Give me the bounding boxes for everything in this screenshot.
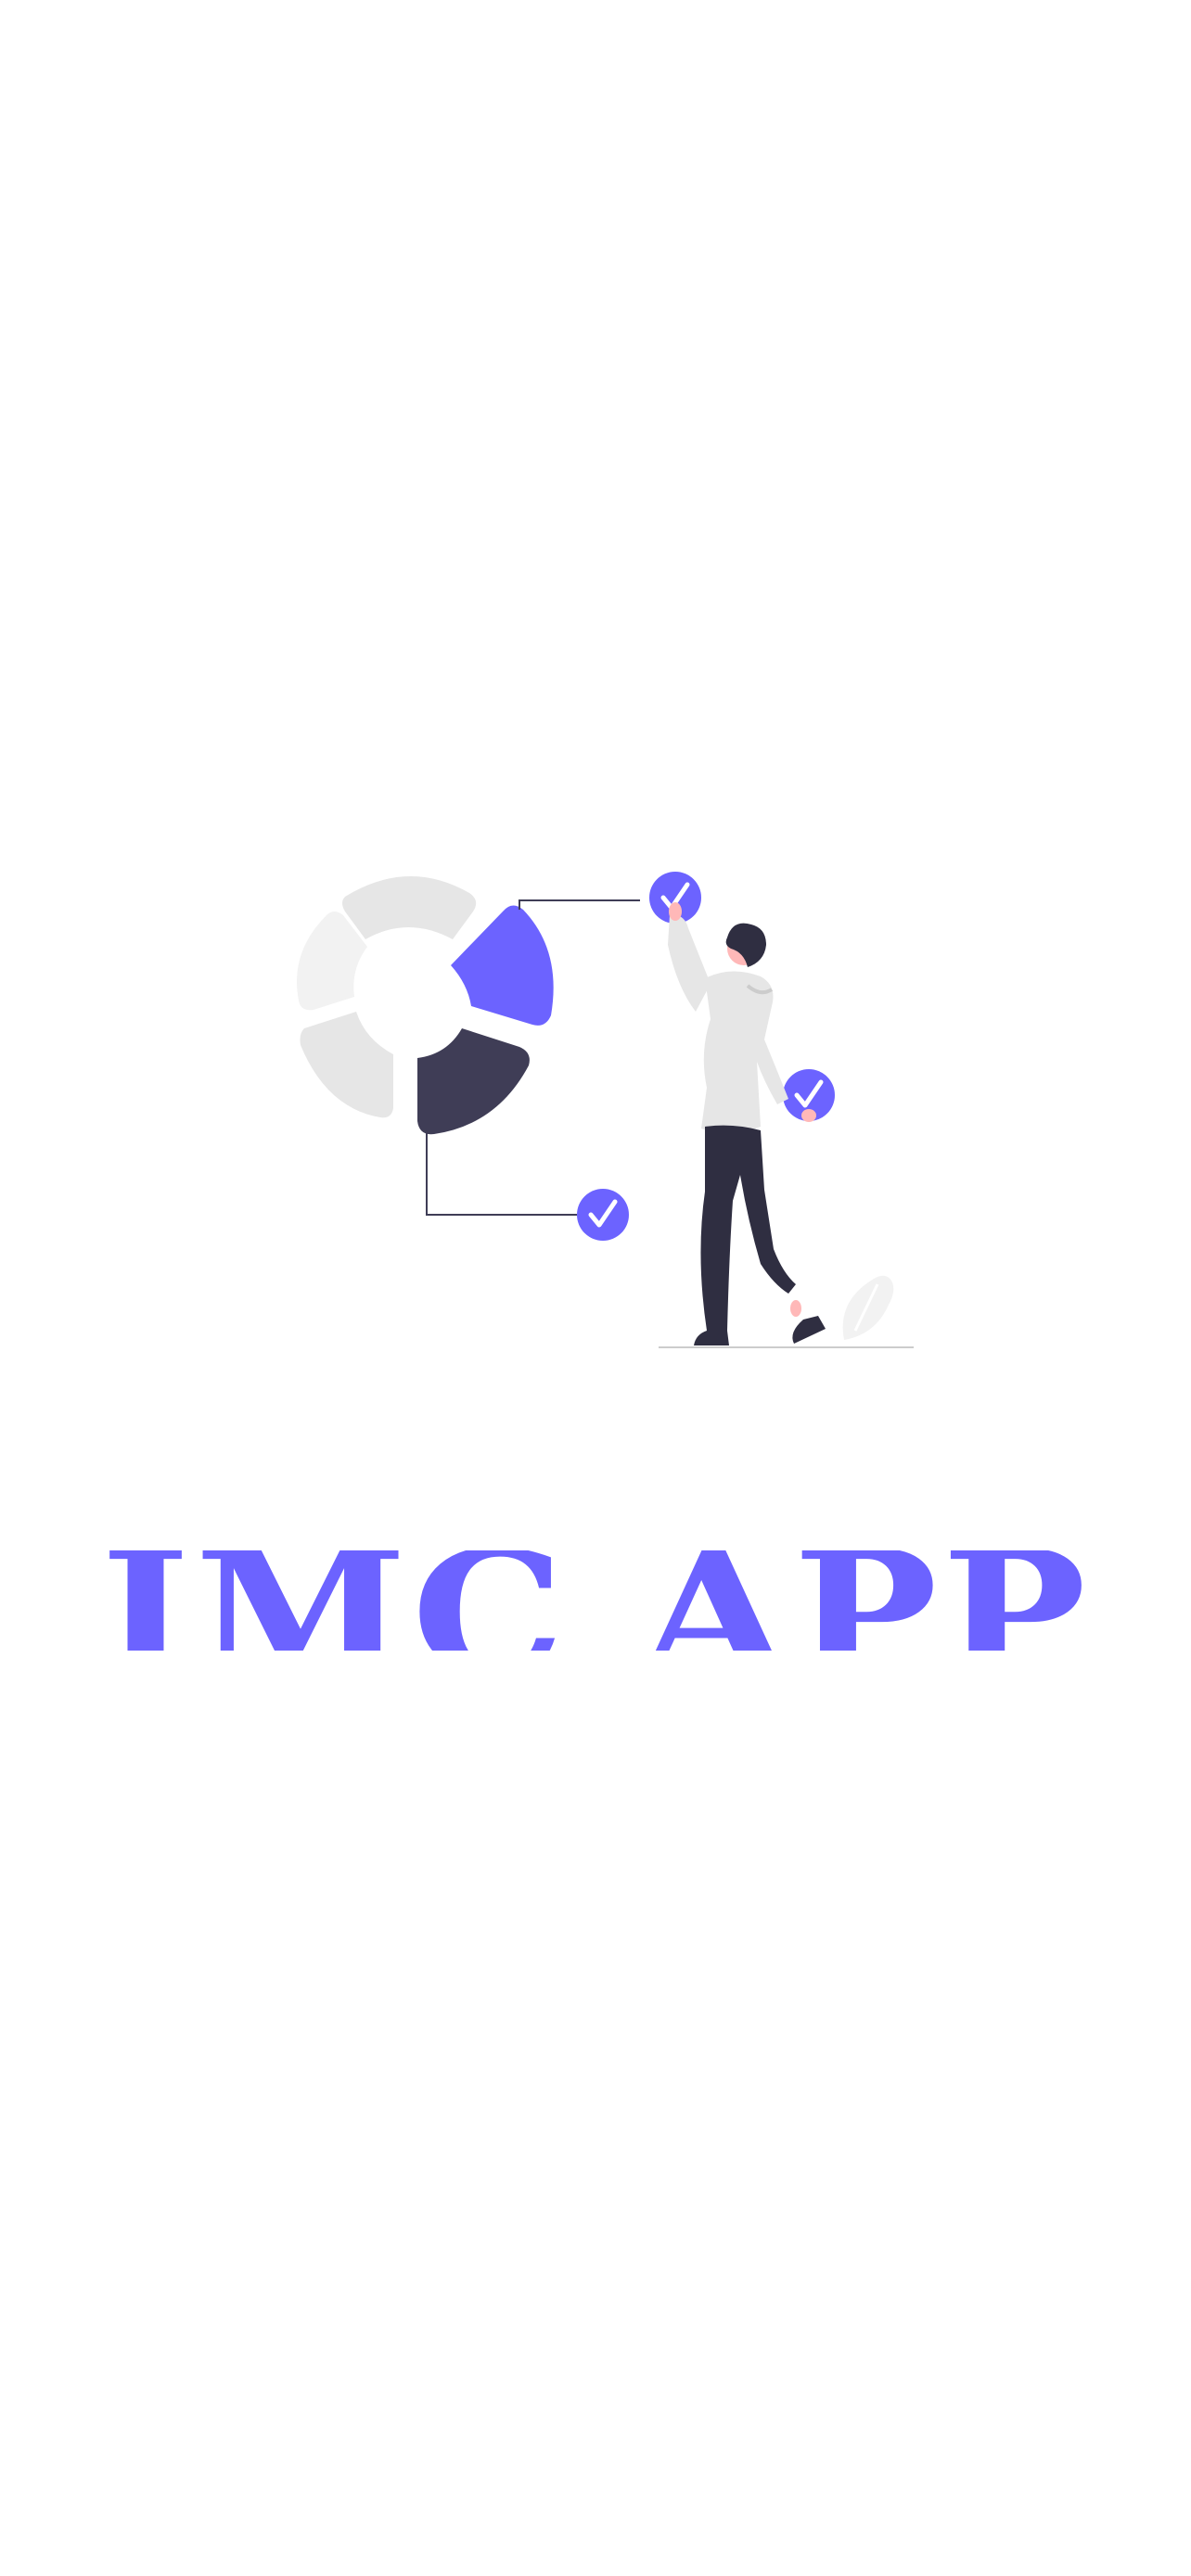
person-chart-checklist-illustration	[297, 872, 914, 1348]
connector-line-bottom	[426, 1127, 577, 1216]
check-circle-icon	[577, 1189, 629, 1241]
title-container: IMC APP	[0, 1550, 1191, 1651]
chart-segment-bottom-left	[300, 1012, 393, 1118]
chart-segment-top	[342, 875, 477, 939]
splash-screen: IMC APP	[0, 0, 1191, 2576]
chart-segment-highlight	[451, 905, 554, 1026]
donut-chart	[297, 875, 554, 1135]
person-figure	[668, 902, 826, 1345]
app-title: IMC APP	[0, 1550, 1191, 1651]
connector-line-top	[519, 899, 640, 910]
chart-segment-bottom	[417, 1028, 530, 1135]
plant-leaf	[842, 1275, 894, 1340]
